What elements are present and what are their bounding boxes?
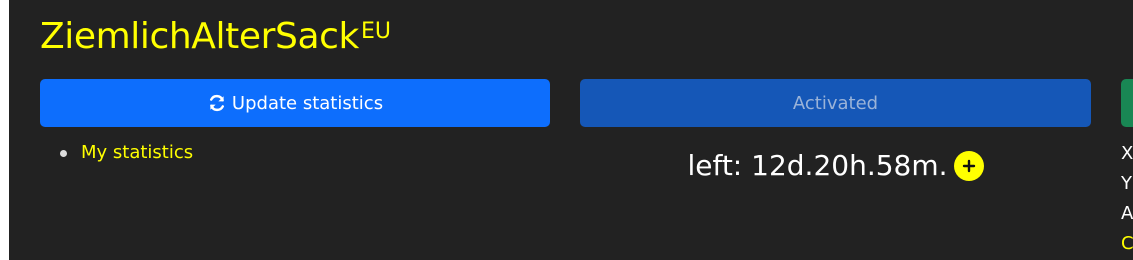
bullet-icon (60, 150, 67, 157)
refresh-icon (207, 93, 227, 113)
activated-button: Activated (580, 79, 1091, 127)
page-title: ZiemlichAlterSackEU (40, 14, 391, 65)
region-badge: EU (360, 19, 391, 44)
main-panel: ZiemlichAlterSackEU Update statistics Ac… (9, 0, 1133, 260)
green-action-button[interactable] (1121, 79, 1133, 127)
update-statistics-label: Update statistics (231, 92, 384, 114)
time-left-text: left: 12d.20h.58m. (687, 149, 948, 182)
plus-icon[interactable] (953, 151, 984, 181)
activated-label: Activated (792, 92, 879, 114)
stats-nav-list: My statistics (58, 141, 193, 165)
my-statistics-link[interactable]: My statistics (81, 142, 193, 163)
right-column-link[interactable]: C (1121, 232, 1133, 256)
title-text: ZiemlichAlterSack (40, 16, 359, 57)
right-column-line: Y (1121, 173, 1132, 194)
time-left: left: 12d.20h.58m. (580, 146, 1091, 186)
right-column-line: A (1121, 203, 1133, 224)
right-column-line: X (1121, 143, 1133, 164)
list-item: My statistics (58, 141, 193, 165)
update-statistics-button[interactable]: Update statistics (40, 79, 550, 127)
